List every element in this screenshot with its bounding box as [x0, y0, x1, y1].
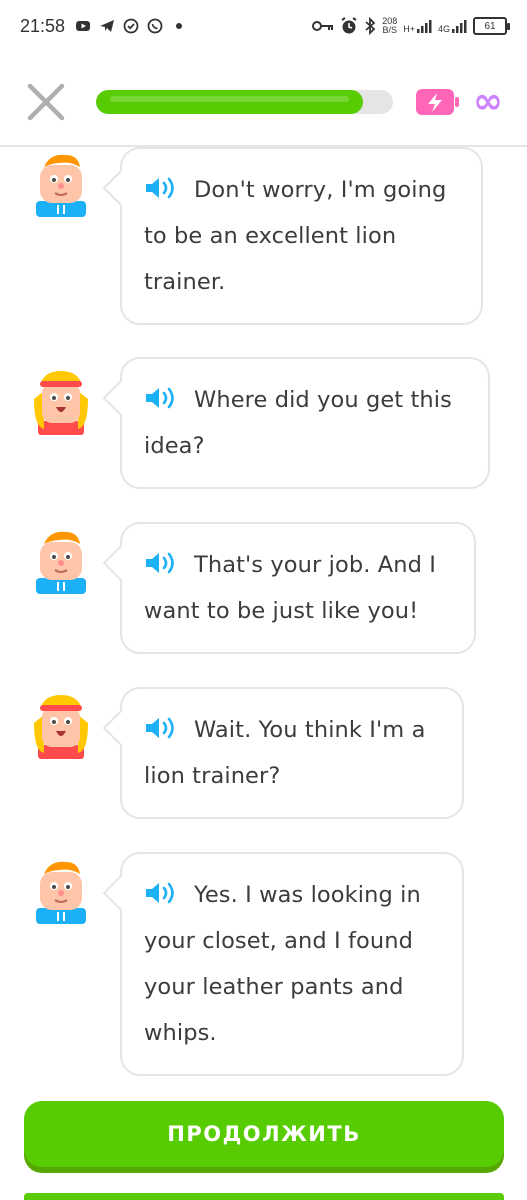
youtube-icon	[76, 21, 91, 31]
continue-button-label: ПРОДОЛЖИТЬ	[167, 1122, 361, 1146]
speaker-icon[interactable]	[144, 385, 180, 411]
speech-bubble: Don't worry, I'm going to be an excellen…	[120, 147, 483, 325]
lesson-progress-fill	[95, 90, 364, 114]
message-text-content[interactable]: Wait. You think I'm a lion trainer?	[144, 717, 426, 789]
message-text: Yes. I was looking in your closet, and I…	[144, 872, 442, 1056]
message-text-content[interactable]: Where did you get this idea?	[144, 387, 452, 459]
signal-bars-icon	[452, 20, 467, 33]
key-icon	[312, 21, 334, 31]
continue-button[interactable]: ПРОДОЛЖИТЬ	[24, 1101, 504, 1167]
message-text: Don't worry, I'm going to be an excellen…	[144, 167, 461, 305]
speaker-icon[interactable]	[144, 880, 180, 906]
bluetooth-icon	[365, 17, 376, 35]
infinity-symbol: ∞	[473, 81, 503, 122]
dot-icon	[176, 23, 183, 29]
speaker-icon[interactable]	[144, 715, 180, 741]
boy-avatar	[36, 154, 86, 217]
girl-avatar	[34, 695, 88, 759]
status-right-icons: 208 B/S H+ 4G 61	[312, 17, 510, 35]
signal-bars-icon	[416, 20, 432, 33]
boy-avatar	[36, 861, 86, 924]
speech-bubble: Wait. You think I'm a lion trainer?	[120, 687, 464, 819]
network-type-1: H+	[403, 24, 415, 34]
bottom-button-edge	[24, 1193, 504, 1200]
close-icon	[27, 83, 65, 121]
message-text: Where did you get this idea?	[144, 377, 468, 469]
signal-1: H+	[403, 18, 432, 34]
signal-2: 4G	[438, 18, 467, 34]
notification-icons	[75, 18, 187, 34]
girl-avatar	[34, 371, 88, 435]
message-text: That's your job. And I want to be just l…	[144, 542, 454, 634]
alarm-icon	[341, 17, 357, 34]
message-text-content[interactable]: That's your job. And I want to be just l…	[144, 552, 436, 624]
status-bar: 21:58 208 B/S H+ 4G 61	[0, 0, 527, 52]
close-button[interactable]	[24, 80, 68, 124]
data-speed-unit: B/S	[382, 25, 397, 35]
energy-battery-icon	[416, 89, 459, 115]
speaker-icon[interactable]	[144, 550, 180, 576]
check-circle-icon	[123, 18, 139, 34]
network-type-2: 4G	[437, 24, 450, 34]
lesson-header: ∞	[0, 62, 527, 142]
energy-indicator[interactable]: ∞	[415, 84, 503, 120]
whatsapp-icon	[147, 18, 163, 34]
speech-bubble: Where did you get this idea?	[120, 357, 490, 489]
status-time: 21:58	[20, 15, 66, 36]
battery-level: 61	[484, 20, 496, 32]
speaker-icon[interactable]	[144, 175, 180, 201]
message-text-content[interactable]: Don't worry, I'm going to be an excellen…	[144, 177, 447, 295]
lesson-progress-bar	[95, 90, 393, 114]
boy-avatar	[36, 531, 86, 594]
speech-bubble: That's your job. And I want to be just l…	[120, 522, 476, 654]
dialogue-list: Don't worry, I'm going to be an excellen…	[0, 147, 527, 1087]
data-speed: 208 B/S	[382, 17, 397, 35]
message-text-content[interactable]: Yes. I was looking in your closet, and I…	[144, 882, 421, 1046]
speech-bubble: Yes. I was looking in your closet, and I…	[120, 852, 464, 1076]
telegram-icon	[100, 20, 115, 32]
battery-indicator: 61	[473, 17, 510, 35]
message-text: Wait. You think I'm a lion trainer?	[144, 707, 442, 799]
